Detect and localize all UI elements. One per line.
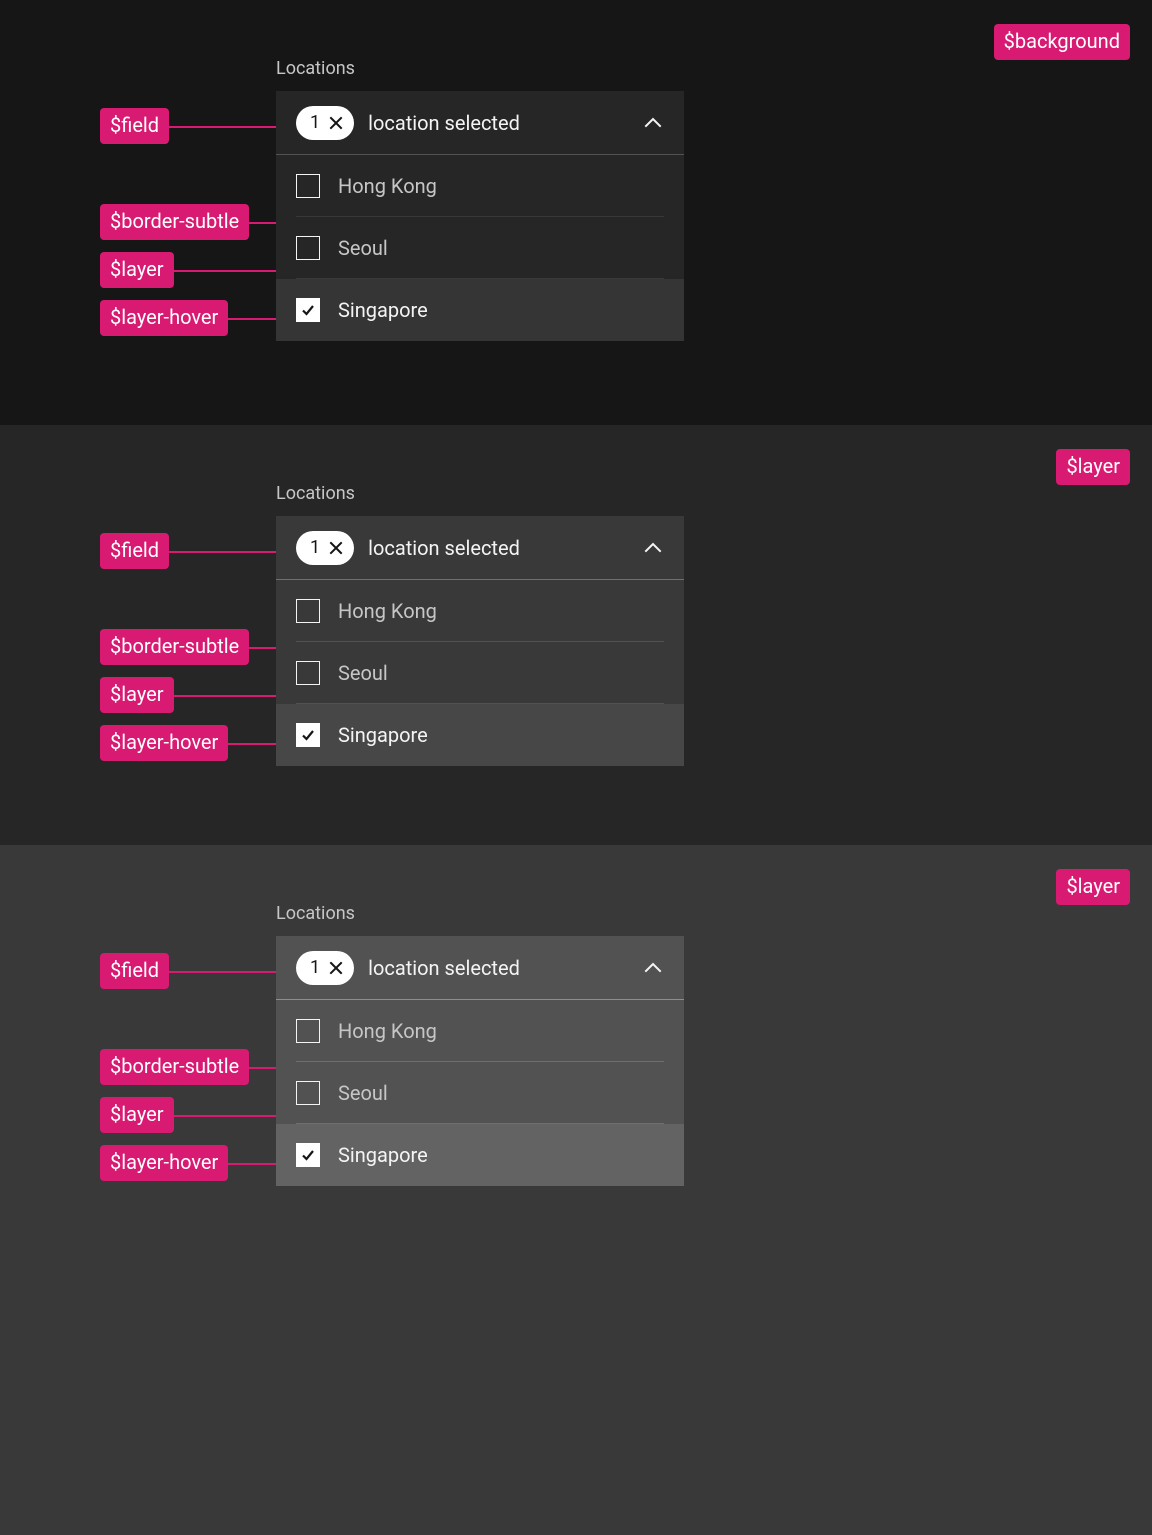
theme-section-background: $background $field $border-subtle $layer… (0, 0, 1152, 425)
multiselect-option[interactable]: Singapore (276, 704, 684, 766)
option-label: Singapore (338, 723, 428, 747)
checkbox-icon[interactable] (296, 1081, 320, 1105)
close-icon[interactable] (326, 958, 346, 978)
multiselect-option[interactable]: Seoul (276, 642, 684, 704)
multiselect-field[interactable]: 1 location selected (276, 516, 684, 580)
option-label: Seoul (338, 236, 388, 260)
option-label: Singapore (338, 1143, 428, 1167)
token-badge-border-subtle: $border-subtle (100, 1049, 249, 1085)
theme-section-layer-01: $layer $field $border-subtle $layer $lay… (0, 425, 1152, 845)
option-label: Seoul (338, 1081, 388, 1105)
token-badge-background: $background (994, 24, 1130, 60)
multiselect-option[interactable]: Hong Kong (276, 580, 684, 642)
token-badge-field: $field (100, 533, 169, 569)
token-badge-border-subtle: $border-subtle (100, 204, 249, 240)
multiselect-option[interactable]: Seoul (276, 1062, 684, 1124)
option-label: Singapore (338, 298, 428, 322)
theme-section-layer-02: $layer $field $border-subtle $layer $lay… (0, 845, 1152, 1535)
token-badge-layer-hover: $layer-hover (100, 725, 228, 761)
multiselect-field-text: location selected (368, 956, 628, 980)
multiselect-example: Locations 1 location selected Hong Kong … (276, 903, 684, 1186)
multiselect-label: Locations (276, 483, 684, 504)
chevron-up-icon[interactable] (642, 957, 664, 979)
token-badge-layer-top: $layer (1056, 449, 1130, 485)
checkbox-icon[interactable] (296, 599, 320, 623)
token-badge-layer: $layer (100, 677, 174, 713)
multiselect-field-text: location selected (368, 111, 628, 135)
multiselect-option[interactable]: Singapore (276, 1124, 684, 1186)
multiselect-label: Locations (276, 58, 684, 79)
multiselect-option[interactable]: Hong Kong (276, 155, 684, 217)
option-label: Hong Kong (338, 599, 437, 623)
option-label: Hong Kong (338, 1019, 437, 1043)
multiselect-menu: Hong Kong Seoul Singapore (276, 1000, 684, 1186)
multiselect-example: Locations 1 location selected Hong Kong … (276, 483, 684, 766)
selection-count: 1 (310, 112, 320, 133)
selection-count: 1 (310, 537, 320, 558)
selection-tag[interactable]: 1 (296, 531, 354, 565)
multiselect-example: Locations 1 location selected Hong Kong … (276, 58, 684, 341)
chevron-up-icon[interactable] (642, 537, 664, 559)
chevron-up-icon[interactable] (642, 112, 664, 134)
multiselect-menu: Hong Kong Seoul Singapore (276, 155, 684, 341)
multiselect-option[interactable]: Hong Kong (276, 1000, 684, 1062)
multiselect-option[interactable]: Seoul (276, 217, 684, 279)
checkbox-checked-icon[interactable] (296, 1143, 320, 1167)
checkbox-icon[interactable] (296, 236, 320, 260)
token-badge-field: $field (100, 108, 169, 144)
checkbox-icon[interactable] (296, 661, 320, 685)
checkbox-checked-icon[interactable] (296, 723, 320, 747)
token-badge-layer-hover: $layer-hover (100, 1145, 228, 1181)
option-label: Seoul (338, 661, 388, 685)
checkbox-icon[interactable] (296, 174, 320, 198)
multiselect-label: Locations (276, 903, 684, 924)
token-badge-border-subtle: $border-subtle (100, 629, 249, 665)
token-badge-layer: $layer (100, 252, 174, 288)
token-badge-layer-top: $layer (1056, 869, 1130, 905)
multiselect-field[interactable]: 1 location selected (276, 936, 684, 1000)
multiselect-option[interactable]: Singapore (276, 279, 684, 341)
close-icon[interactable] (326, 113, 346, 133)
checkbox-icon[interactable] (296, 1019, 320, 1043)
multiselect-field-text: location selected (368, 536, 628, 560)
selection-tag[interactable]: 1 (296, 106, 354, 140)
close-icon[interactable] (326, 538, 346, 558)
selection-tag[interactable]: 1 (296, 951, 354, 985)
multiselect-menu: Hong Kong Seoul Singapore (276, 580, 684, 766)
selection-count: 1 (310, 957, 320, 978)
checkbox-checked-icon[interactable] (296, 298, 320, 322)
token-badge-field: $field (100, 953, 169, 989)
option-label: Hong Kong (338, 174, 437, 198)
token-badge-layer-hover: $layer-hover (100, 300, 228, 336)
multiselect-field[interactable]: 1 location selected (276, 91, 684, 155)
token-badge-layer: $layer (100, 1097, 174, 1133)
